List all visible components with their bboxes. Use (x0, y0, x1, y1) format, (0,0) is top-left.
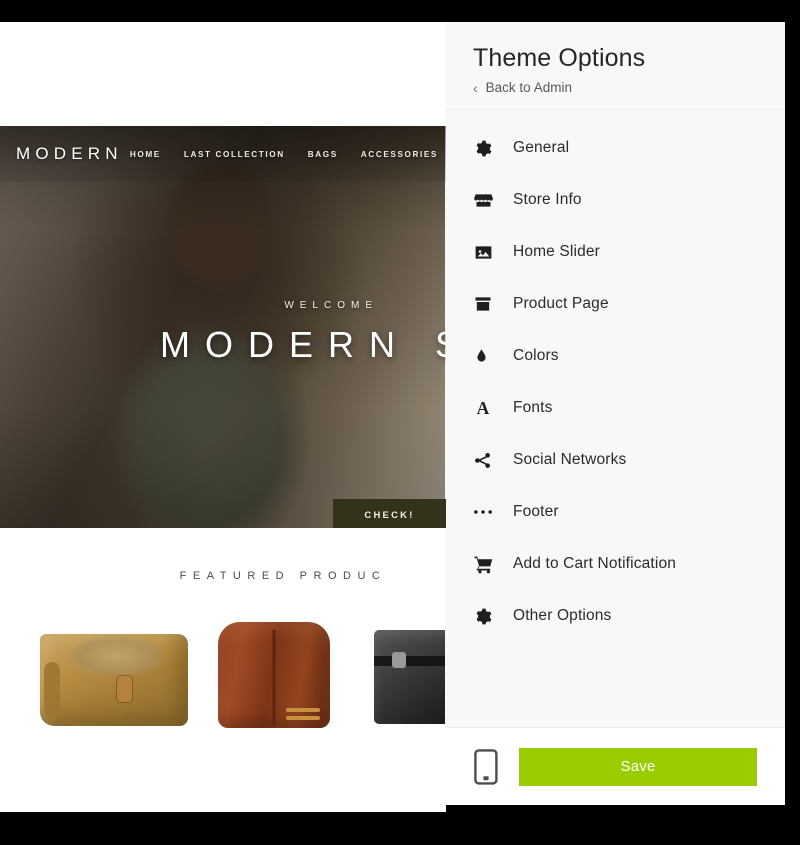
gear-icon (473, 137, 499, 159)
menu-item-other-options[interactable]: Other Options (445, 590, 785, 642)
menu-item-label: Store Info (513, 191, 582, 208)
chevron-left-icon: ‹ (473, 79, 478, 96)
product-grid (0, 620, 446, 730)
menu-item-social-networks[interactable]: Social Networks (445, 434, 785, 486)
gear-icon (473, 605, 499, 627)
image-icon (473, 241, 499, 263)
product-card-leather-jacket[interactable] (218, 622, 330, 728)
menu-item-product-page[interactable]: Product Page (445, 278, 785, 330)
screen: MODERN HOME LAST COLLECTION BAGS ACCESSO… (0, 0, 800, 845)
panel-footer: Save (445, 727, 785, 805)
site-preview: MODERN HOME LAST COLLECTION BAGS ACCESSO… (0, 22, 446, 812)
menu-item-label: Footer (513, 503, 559, 520)
featured-products-section: FEATURED PRODUC (0, 528, 446, 812)
letter-a-icon: A (473, 397, 499, 419)
mobile-phone-icon[interactable] (473, 748, 499, 786)
product-card-black-bag[interactable] (374, 630, 446, 724)
page-title: Theme Options (473, 44, 646, 72)
back-to-admin-link[interactable]: ‹ Back to Admin (473, 80, 757, 95)
shopping-cart-icon (473, 553, 499, 575)
theme-options-menu: General Store Info Home Slider Product P… (445, 110, 785, 727)
menu-item-label: Fonts (513, 399, 553, 416)
save-button[interactable]: Save (519, 747, 757, 786)
menu-item-general[interactable]: General (445, 122, 785, 174)
menu-item-store-info[interactable]: Store Info (445, 174, 785, 226)
droplet-icon (473, 345, 499, 367)
preview-blank-top (0, 22, 446, 126)
menu-item-label: Product Page (513, 295, 609, 312)
ellipsis-icon (473, 501, 499, 523)
share-nodes-icon (473, 449, 499, 471)
back-to-admin-label: Back to Admin (485, 80, 572, 95)
hero-title: MODERN S (160, 324, 446, 365)
menu-item-label: General (513, 139, 570, 156)
store-icon (473, 189, 499, 211)
menu-item-label: Other Options (513, 607, 612, 624)
product-card-canvas-bag[interactable] (40, 634, 188, 726)
menu-item-label: Add to Cart Notification (513, 555, 676, 572)
menu-item-fonts[interactable]: A Fonts (445, 382, 785, 434)
menu-item-label: Social Networks (513, 451, 627, 468)
svg-text:A: A (477, 398, 490, 418)
featured-products-title: FEATURED PRODUC (179, 570, 387, 582)
menu-item-home-slider[interactable]: Home Slider (445, 226, 785, 278)
hero-check-button[interactable]: CHECK! (333, 499, 446, 528)
menu-item-footer[interactable]: Footer (445, 486, 785, 538)
hero-copy: WELCOME MODERN S CHECK! (0, 126, 446, 528)
menu-item-label: Home Slider (513, 243, 600, 260)
hero-eyebrow: WELCOME (284, 300, 378, 311)
hero-section: MODERN HOME LAST COLLECTION BAGS ACCESSO… (0, 126, 446, 528)
menu-item-colors[interactable]: Colors (445, 330, 785, 382)
panel-header: Theme Options ‹ Back to Admin (445, 22, 785, 110)
menu-item-label: Colors (513, 347, 559, 364)
menu-item-add-to-cart-notification[interactable]: Add to Cart Notification (445, 538, 785, 590)
theme-options-panel: Theme Options ‹ Back to Admin General St… (445, 22, 785, 805)
archive-box-icon (473, 293, 499, 315)
